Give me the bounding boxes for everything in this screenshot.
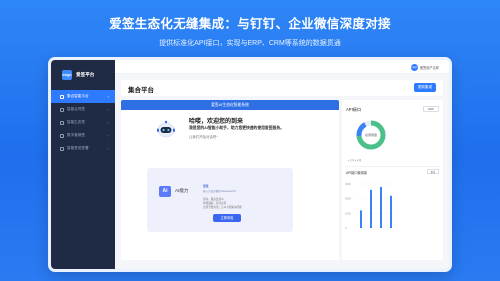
sidebar-item-label: 集合智能平台 xyxy=(67,94,89,98)
sidebar-item-label: 智能生态签 xyxy=(67,120,85,124)
bars-period-select[interactable]: 本月 xyxy=(427,169,439,174)
sidebar-item-label: 智能合同签 xyxy=(67,107,85,111)
sidebar-item-integration[interactable]: 集合智能平台 › xyxy=(51,90,115,103)
update-integration-button[interactable]: 更新集成 xyxy=(414,83,436,92)
ai-icon: Ai xyxy=(159,186,171,197)
topbar: esign 爱签用户名称 xyxy=(115,60,449,74)
sidebar-item-label: 数字营销签 xyxy=(67,133,85,137)
sidebar-item-label: 智能签成签署 xyxy=(67,146,89,150)
try-now-button[interactable]: 立即体验 xyxy=(213,214,241,222)
sidebar-item-contract[interactable]: 智能合同签 › xyxy=(51,103,115,116)
y-tick-label: 2000 xyxy=(345,197,351,201)
user-name: 爱签用户名称 xyxy=(419,66,439,70)
greeting-intro: 我是您的AI智能小助手，助力您更快速的使用爱签服务。 xyxy=(189,126,284,130)
banner-title: 爱签生态化无缝集成：与钉钉、企业微信深度对接 xyxy=(109,17,391,31)
chevron-right-icon: › xyxy=(107,94,109,99)
brand: esign 爱签平台 xyxy=(51,60,115,80)
y-tick-label: 1000 xyxy=(345,211,351,215)
assistant-header: 爱签AI生态化智能系统 xyxy=(121,100,339,110)
assistant-panel: 爱签AI生态化智能系统 哈喽，欢迎您的到来 我是您的AI智能小助手，助力您更快速… xyxy=(121,100,339,260)
document-icon xyxy=(60,107,64,112)
bar xyxy=(390,195,392,228)
bars-title: API接口使用量 xyxy=(346,171,368,175)
greeting-prompt: 让我们开始对话吧~ xyxy=(189,135,219,139)
divider xyxy=(345,166,440,167)
brand-logo: esign xyxy=(62,70,72,80)
sidebar-item-signing[interactable]: 智能签成签署 › xyxy=(51,142,115,155)
user-menu[interactable]: esign 爱签用户名称 xyxy=(410,64,439,71)
y-tick-label: 0 xyxy=(345,226,347,230)
usage-bar-chart: 3000 2000 1000 0 xyxy=(345,182,396,230)
sidebar-item-marketing[interactable]: 数字营销签 › xyxy=(51,129,115,142)
page-title: 集合平台 xyxy=(128,87,154,94)
api-panel: API接口 ERP 总调用量 ● 已用 ● 未用 API接口使用量 本月 300… xyxy=(342,100,443,260)
main-area: 集合平台 更新集成 爱签AI生态化智能系统 哈喽，欢迎您的到来 我是您的AI智能… xyxy=(115,74,449,269)
greeting-title: 哈喽，欢迎您的到来 xyxy=(189,119,244,125)
app-window: esign 爱签平台 集合智能平台 › 智能合同签 › 智能生态签 › 数字营销… xyxy=(48,57,452,272)
page-header: 集合平台 更新集成 xyxy=(121,80,443,96)
chevron-right-icon: › xyxy=(107,146,109,151)
bar xyxy=(380,186,382,228)
pen-icon xyxy=(60,146,64,151)
sidebar: esign 爱签平台 集合智能平台 › 智能合同签 › 智能生态签 › 数字营销… xyxy=(51,60,115,269)
donut-legend: ● 已用 ● 未用 xyxy=(348,160,362,162)
card-title: AI能力 xyxy=(175,188,189,193)
card-model: 接入大语言模型 DeepseekV3 xyxy=(203,190,236,193)
ai-capability-card: Ai AI能力 爱签 接入大语言模型 DeepseekV3 您好，我是爱签AI … xyxy=(147,168,293,232)
usage-donut: 总调用量 xyxy=(356,120,386,150)
chevron-right-icon: › xyxy=(107,107,109,112)
avatar: esign xyxy=(410,64,418,71)
brand-name: 爱签平台 xyxy=(76,72,95,77)
robot-icon xyxy=(157,120,175,138)
api-system-select[interactable]: ERP xyxy=(423,106,439,112)
chart-icon xyxy=(60,133,64,138)
card-tag: 爱签 xyxy=(203,184,209,188)
card-line: 立即开始对话，让AI为您解决问题 xyxy=(203,206,242,209)
chevron-right-icon: › xyxy=(107,120,109,125)
api-title: API接口 xyxy=(346,107,362,112)
y-tick-label: 3000 xyxy=(345,182,351,186)
bar xyxy=(360,210,362,228)
donut-label: 总调用量 xyxy=(365,132,377,137)
bar xyxy=(370,189,372,228)
layers-icon xyxy=(60,120,64,125)
chevron-right-icon: › xyxy=(107,133,109,138)
sidebar-nav: 集合智能平台 › 智能合同签 › 智能生态签 › 数字营销签 › 智能签成签署 xyxy=(51,90,115,155)
banner-subtitle: 提供标准化API接口，实现与ERP、CRM等系统的数据贯通 xyxy=(159,40,341,47)
grid-icon xyxy=(60,94,64,99)
sidebar-item-ecosystem[interactable]: 智能生态签 › xyxy=(51,116,115,129)
